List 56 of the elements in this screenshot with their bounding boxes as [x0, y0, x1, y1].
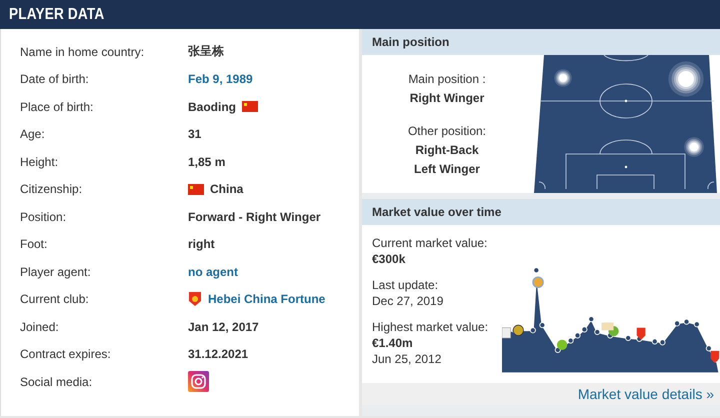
detail-value: Jan 12, 2017: [188, 320, 259, 334]
data-point: [625, 335, 632, 342]
data-point: [674, 320, 680, 326]
value-text: Dec 27, 2019: [372, 293, 444, 309]
value-label: Highest market value:: [372, 319, 490, 335]
data-point: [694, 321, 700, 328]
value-label: Last update:: [372, 277, 440, 293]
detail-value: Baoding: [188, 100, 236, 114]
detail-label: Place of birth:: [20, 100, 94, 114]
section-title: PLAYER DATA: [9, 6, 104, 24]
data-point: [684, 318, 690, 325]
position-label: Other position:: [408, 122, 486, 140]
data-point: [594, 329, 600, 336]
detail-value: China: [210, 182, 244, 196]
value-text: €1.40m: [372, 335, 414, 351]
detail-label: Age:: [20, 127, 46, 142]
detail-link[interactable]: no agent: [188, 264, 238, 279]
data-point: [533, 267, 540, 274]
detail-label: Date of birth:: [20, 72, 90, 86]
detail-label: Name in home country:: [20, 44, 146, 59]
value-text: Jun 25, 2012: [372, 351, 442, 367]
detail-value: Forward - Right Winger: [188, 210, 321, 224]
detail-label: Joined:: [20, 320, 60, 334]
detail-label: Contract expires:: [20, 347, 112, 362]
detail-value: 31.12.2021: [188, 347, 248, 362]
detail-label: Citizenship:: [20, 182, 84, 196]
card-title: Market value over time: [372, 205, 502, 219]
detail-value: 张呈栋: [188, 43, 224, 60]
detail-label: Current club:: [20, 292, 90, 306]
detail-label: Social media:: [20, 374, 94, 389]
detail-label: Foot:: [20, 237, 48, 252]
value-label: Current market value:: [372, 235, 488, 251]
card-title: Main position: [372, 35, 450, 49]
data-point: [660, 339, 666, 346]
detail-value: right: [188, 237, 215, 252]
detail-label: Height:: [20, 154, 60, 169]
china-flag-icon: [242, 101, 258, 112]
instagram-icon[interactable]: [188, 371, 209, 392]
data-point: [530, 327, 536, 334]
value-text: €300k: [372, 251, 406, 267]
data-point: [706, 345, 712, 352]
detail-link[interactable]: Feb 9, 1989: [188, 72, 253, 86]
data-point: [539, 322, 546, 328]
detail-label: Player agent:: [20, 264, 92, 279]
position-value: Left Winger: [414, 160, 480, 178]
club-link[interactable]: Hebei China Fortune: [208, 292, 326, 306]
position-value: Right Winger: [410, 90, 484, 106]
data-point: [588, 316, 594, 322]
detail-label: Position:: [20, 210, 68, 224]
position-value: Right-Back: [415, 142, 479, 158]
china-flag-icon: [188, 184, 204, 195]
market-value-details-link[interactable]: Market value details »: [578, 386, 714, 402]
detail-value: 1,85 m: [188, 154, 226, 169]
detail-value: 31: [188, 127, 202, 142]
data-point: [652, 338, 658, 344]
position-label: Main position :: [408, 70, 486, 88]
